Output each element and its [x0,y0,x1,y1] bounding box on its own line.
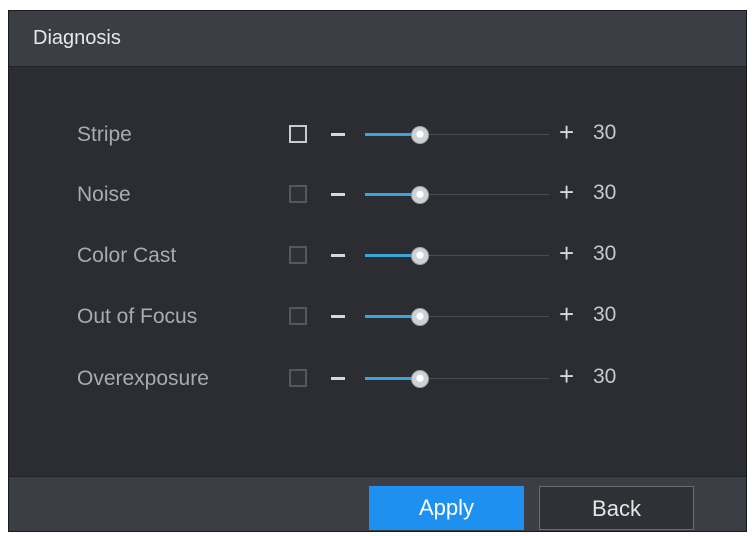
out-of-focus-value: 30 [593,303,617,326]
stripe-value: 30 [593,121,617,144]
row-color-cast: Color Cast + 30 [9,236,746,276]
out-of-focus-checkbox[interactable] [289,307,307,325]
decrease-button[interactable] [331,315,345,318]
color-cast-value: 30 [593,242,617,265]
slider-knob[interactable] [411,370,429,388]
row-label: Out of Focus [77,305,198,328]
row-label: Overexposure [77,367,209,390]
row-overexposure: Overexposure + 30 [9,359,746,399]
slider-knob[interactable] [411,247,429,265]
noise-checkbox[interactable] [289,185,307,203]
dialog-footer: Apply Back [9,476,746,531]
increase-button[interactable]: + [559,240,574,266]
increase-button[interactable]: + [559,119,574,145]
decrease-button[interactable] [331,377,345,380]
increase-button[interactable]: + [559,363,574,389]
row-noise: Noise + 30 [9,175,746,215]
overexposure-checkbox[interactable] [289,369,307,387]
row-label: Color Cast [77,244,177,267]
row-stripe: Stripe + 30 [9,115,746,155]
overexposure-value: 30 [593,365,617,388]
decrease-button[interactable] [331,133,345,136]
increase-button[interactable]: + [559,301,574,327]
row-label: Noise [77,183,131,206]
stripe-checkbox[interactable] [289,125,307,143]
apply-button[interactable]: Apply [369,486,524,530]
color-cast-slider[interactable] [365,247,549,265]
slider-knob[interactable] [411,308,429,326]
slider-knob[interactable] [411,126,429,144]
color-cast-checkbox[interactable] [289,246,307,264]
decrease-button[interactable] [331,193,345,196]
back-button[interactable]: Back [539,486,694,530]
diagnosis-dialog: Diagnosis Stripe + 30 Noise + 30 Color C… [8,10,747,532]
dialog-title: Diagnosis [33,27,121,49]
decrease-button[interactable] [331,254,345,257]
stripe-slider[interactable] [365,126,549,144]
slider-knob[interactable] [411,186,429,204]
dialog-titlebar: Diagnosis [9,11,746,67]
noise-value: 30 [593,181,617,204]
row-out-of-focus: Out of Focus + 30 [9,297,746,337]
noise-slider[interactable] [365,186,549,204]
out-of-focus-slider[interactable] [365,308,549,326]
increase-button[interactable]: + [559,179,574,205]
overexposure-slider[interactable] [365,370,549,388]
row-label: Stripe [77,123,132,146]
